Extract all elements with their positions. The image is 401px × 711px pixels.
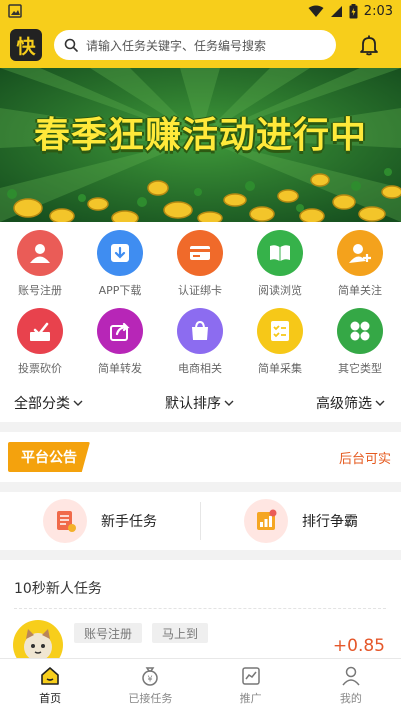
- platform-notice[interactable]: 平台公告 后台可实: [0, 432, 401, 482]
- category-label: 其它类型: [338, 362, 382, 375]
- divider: [14, 608, 386, 609]
- nav-label: 推广: [239, 691, 262, 705]
- promo-banner[interactable]: 春季狂赚活动进行中: [0, 68, 401, 222]
- category-bind-card[interactable]: 认证绑卡: [160, 230, 240, 306]
- advanced-filter-dropdown[interactable]: 高级筛选: [261, 393, 401, 413]
- quick-entries: 新手任务 排行争霸: [0, 492, 401, 550]
- chart-icon: [241, 666, 260, 685]
- category-label: 简单采集: [258, 362, 302, 375]
- card-icon: [177, 230, 223, 276]
- category-app-download[interactable]: APP下载: [80, 230, 160, 306]
- chevron-down-icon: [224, 400, 234, 406]
- category-reading[interactable]: 阅读浏览: [240, 230, 320, 306]
- banner-title: 春季狂赚活动进行中: [33, 115, 367, 156]
- search-placeholder: 请输入任务关键字、任务编号搜索: [86, 38, 267, 53]
- default-sort-dropdown[interactable]: 默认排序: [138, 393, 262, 413]
- share-icon: [97, 308, 143, 354]
- category-collect[interactable]: 简单采集: [240, 308, 320, 384]
- gallery-notification-icon: [8, 4, 22, 18]
- book-icon: [257, 230, 303, 276]
- app-logo: 快: [10, 29, 42, 61]
- app-header: 快 请输入任务关键字、任务编号搜索: [0, 22, 401, 68]
- shopping-bag-icon: [177, 308, 223, 354]
- app-screen: 2:03 快 请输入任务关键字、任务编号搜索 春季狂赚活动进行中 账号注册 AP…: [0, 0, 401, 711]
- notice-text: 后台可实: [338, 451, 391, 467]
- follow-user-icon: [337, 230, 383, 276]
- category-vote[interactable]: 投票砍价: [0, 308, 80, 384]
- nav-home[interactable]: 首页: [0, 659, 100, 711]
- quick-label: 排行争霸: [302, 514, 358, 530]
- status-time: 2:03: [363, 3, 393, 19]
- user-icon: [17, 230, 63, 276]
- category-label: APP下载: [98, 284, 142, 297]
- category-label: 阅读浏览: [258, 284, 302, 297]
- document-icon: [43, 499, 87, 543]
- category-label: 电商相关: [178, 362, 222, 375]
- filter-label: 全部分类: [14, 396, 70, 412]
- filter-label: 高级筛选: [316, 396, 373, 412]
- bell-icon: [360, 35, 378, 56]
- chevron-down-icon: [375, 400, 385, 406]
- filter-label: 默认排序: [165, 396, 221, 412]
- profile-icon: [342, 666, 360, 685]
- notification-button[interactable]: [356, 32, 382, 58]
- task-tag: 账号注册: [74, 623, 143, 643]
- category-grid: 账号注册 APP下载 认证绑卡 阅读浏览 简单关注 投票砍价 简单转发 电商相关…: [0, 222, 401, 384]
- task-reward: +0.85: [332, 636, 385, 656]
- category-follow[interactable]: 简单关注: [320, 230, 400, 306]
- category-share[interactable]: 简单转发: [80, 308, 160, 384]
- quick-label: 新手任务: [101, 514, 157, 530]
- category-account-register[interactable]: 账号注册: [0, 230, 80, 306]
- chevron-down-icon: [73, 400, 83, 406]
- newbie-task-entry[interactable]: 新手任务: [0, 499, 200, 543]
- all-categories-dropdown[interactable]: 全部分类: [0, 393, 138, 413]
- ranking-entry[interactable]: 排行争霸: [201, 499, 401, 543]
- status-bar: 2:03: [0, 0, 401, 22]
- filter-bar: 全部分类 默认排序 高级筛选: [0, 384, 401, 422]
- category-label: 简单关注: [338, 284, 382, 297]
- battery-icon: [349, 3, 358, 18]
- nav-accepted-tasks[interactable]: ¥ 已接任务: [100, 659, 200, 711]
- category-label: 投票砍价: [18, 362, 62, 375]
- nav-label: 我的: [339, 691, 362, 705]
- category-label: 简单转发: [98, 362, 142, 375]
- home-icon: [41, 666, 59, 685]
- search-icon: [64, 38, 78, 52]
- category-ecommerce[interactable]: 电商相关: [160, 308, 240, 384]
- checklist-icon: [257, 308, 303, 354]
- category-label: 认证绑卡: [178, 284, 222, 297]
- svg-text:¥: ¥: [148, 674, 153, 683]
- notice-tag-label: 平台公告: [21, 450, 77, 466]
- nav-mine[interactable]: 我的: [301, 659, 401, 711]
- wifi-icon: [308, 5, 324, 17]
- nav-label: 首页: [39, 691, 62, 705]
- task-list: 10秒新人任务 账号注册 马上到 +0.85: [0, 560, 401, 670]
- vote-icon: [17, 308, 63, 354]
- notice-tag: 平台公告: [8, 442, 90, 472]
- category-label: 账号注册: [18, 284, 62, 297]
- signal-icon: [330, 5, 342, 17]
- nav-promote[interactable]: 推广: [201, 659, 301, 711]
- logo-text: 快: [16, 35, 36, 58]
- bottom-navigation: 首页 ¥ 已接任务 推广 我的: [0, 658, 401, 711]
- task-list-title: 10秒新人任务: [14, 581, 102, 597]
- task-tag: 马上到: [152, 623, 209, 643]
- search-input[interactable]: 请输入任务关键字、任务编号搜索: [54, 30, 336, 60]
- download-icon: [97, 230, 143, 276]
- money-bag-icon: ¥: [142, 666, 159, 686]
- ranking-icon: [244, 499, 288, 543]
- category-other[interactable]: 其它类型: [320, 308, 400, 384]
- grid-icon: [337, 308, 383, 354]
- nav-label: 已接任务: [128, 691, 173, 705]
